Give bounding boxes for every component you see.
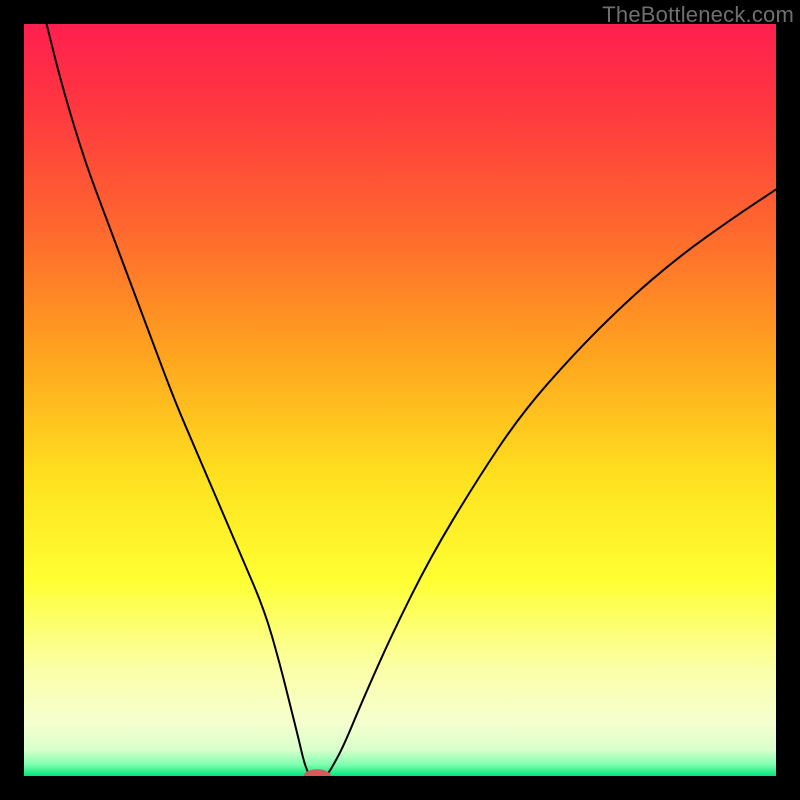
watermark-text: TheBottleneck.com — [602, 2, 794, 28]
gradient-background — [24, 24, 776, 776]
bottleneck-chart — [24, 24, 776, 776]
chart-frame — [24, 24, 776, 776]
